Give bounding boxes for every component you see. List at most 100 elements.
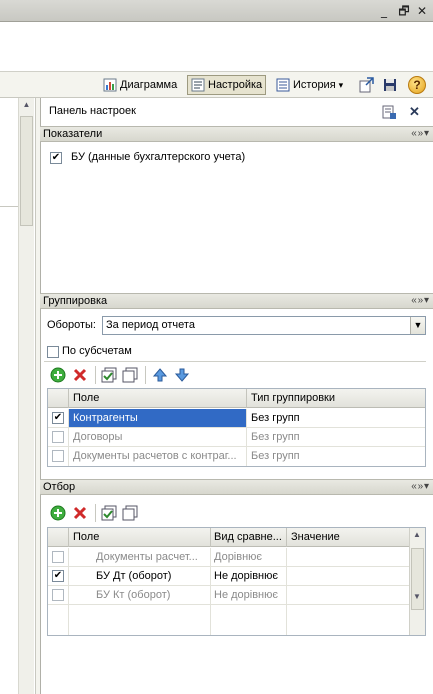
check-all-icon: [101, 367, 117, 383]
row-checkbox[interactable]: [52, 589, 64, 601]
add-icon: [50, 505, 66, 521]
scroll-thumb[interactable]: [20, 116, 33, 226]
column-header-field[interactable]: Поле: [73, 528, 99, 546]
column-header-value[interactable]: Значение: [291, 528, 340, 546]
table-row[interactable]: Документы расчет... Дорівнює: [48, 548, 409, 567]
uncheck-all-icon: [122, 367, 138, 383]
minimize-button[interactable]: _: [376, 3, 392, 19]
chevron-down-icon[interactable]: ▼: [410, 317, 425, 334]
add-grouping-button[interactable]: [50, 367, 66, 383]
diagram-label: Диаграмма: [120, 79, 178, 91]
restore-button[interactable]: 🗗: [396, 3, 412, 19]
check-all-grouping-button[interactable]: [101, 367, 117, 383]
check-all-filter-button[interactable]: [101, 505, 117, 521]
export-button[interactable]: [358, 76, 376, 94]
grouping-table: Поле Тип группировки ✔ Контрагенты Без г…: [47, 388, 426, 467]
close-window-button[interactable]: ✕: [414, 3, 430, 19]
selected-cell[interactable]: Контрагенты: [69, 409, 246, 427]
subaccounts-label: По субсчетам: [62, 345, 132, 357]
toolbar-separator: [95, 366, 96, 384]
grouping-type-cell[interactable]: Без групп: [251, 447, 300, 465]
grouping-section-controls[interactable]: « » ▾: [411, 294, 429, 308]
field-cell[interactable]: БУ Кт (оборот): [96, 586, 208, 604]
indicator-checkbox[interactable]: ✔: [50, 152, 62, 164]
delete-icon: [73, 368, 87, 382]
filter-vertical-scrollbar[interactable]: ▲ ▼: [409, 528, 425, 635]
row-checkbox[interactable]: ✔: [52, 412, 64, 424]
check-all-icon: [101, 505, 117, 521]
move-down-button[interactable]: [174, 367, 190, 383]
table-header: Поле Вид сравне... Значение: [48, 528, 425, 547]
scroll-up-arrow-icon[interactable]: ▲: [21, 100, 32, 112]
grouping-section-header[interactable]: Группировка « » ▾: [40, 293, 433, 309]
grouping-type-cell[interactable]: Без групп: [251, 428, 300, 446]
section-controls[interactable]: « » ▾: [411, 127, 429, 141]
filter-header-label: Отбор: [43, 481, 76, 493]
filter-table: Поле Вид сравне... Значение ▲ ▼ Документ…: [47, 527, 426, 636]
row-checkbox[interactable]: [52, 551, 64, 563]
field-cell[interactable]: Договоры: [73, 428, 243, 446]
diagram-button[interactable]: Диаграмма: [100, 75, 180, 95]
table-row[interactable]: ✔ БУ Дт (оборот) Не дорівнює: [48, 567, 409, 586]
save-report-button[interactable]: [381, 76, 399, 94]
panel-options-button[interactable]: [381, 104, 397, 120]
turnovers-select[interactable]: За период отчета ▼: [102, 316, 426, 335]
history-list-icon: [276, 78, 290, 92]
move-up-button[interactable]: [152, 367, 168, 383]
column-header-comparison[interactable]: Вид сравне...: [214, 528, 286, 546]
row-checkbox[interactable]: [52, 450, 64, 462]
indicators-section-header[interactable]: Показатели « » ▾: [40, 126, 433, 142]
grouping-type-cell[interactable]: Без групп: [251, 409, 300, 427]
column-header-field[interactable]: Поле: [73, 389, 99, 407]
arrow-down-icon: [174, 368, 190, 382]
divider: [44, 361, 426, 362]
settings-panel-icon: [191, 78, 205, 92]
comparison-cell[interactable]: Не дорівнює: [214, 567, 278, 585]
history-button[interactable]: История ▾: [273, 75, 346, 95]
row-checkbox[interactable]: ✔: [52, 570, 64, 582]
delete-filter-button[interactable]: [72, 505, 88, 521]
panel-title: Панель настроек: [49, 105, 136, 117]
indicator-label: БУ (данные бухгалтерского учета): [71, 151, 246, 163]
filter-section-controls[interactable]: « » ▾: [411, 480, 429, 494]
scroll-up-arrow-icon[interactable]: ▲: [413, 530, 421, 539]
delete-grouping-button[interactable]: [72, 367, 88, 383]
add-icon: [50, 367, 66, 383]
table-header: Поле Тип группировки: [48, 389, 425, 408]
chevron-down-icon: ▾: [338, 79, 344, 90]
table-row[interactable]: ✔ Контрагенты Без групп: [48, 409, 425, 428]
arrow-up-icon: [152, 368, 168, 382]
export-icon: [359, 77, 374, 93]
add-filter-button[interactable]: [50, 505, 66, 521]
floppy-disk-icon: [384, 79, 396, 91]
row-checkbox[interactable]: [52, 431, 64, 443]
field-cell[interactable]: Документы расчетов с контраг...: [73, 447, 243, 465]
comparison-cell[interactable]: Дорівнює: [214, 548, 262, 566]
comparison-cell[interactable]: Не дорівнює: [214, 586, 278, 604]
history-label: История: [293, 79, 336, 91]
settings-button[interactable]: Настройка: [187, 75, 267, 95]
turnovers-value: За период отчета: [106, 319, 195, 331]
field-cell[interactable]: БУ Дт (оборот): [96, 567, 208, 585]
table-row[interactable]: Договоры Без групп: [48, 428, 425, 447]
scroll-down-arrow-icon[interactable]: ▼: [413, 592, 421, 601]
report-vertical-scrollbar[interactable]: ▲: [18, 98, 34, 694]
grouping-header-label: Группировка: [43, 295, 108, 307]
close-panel-button[interactable]: ✕: [409, 104, 423, 120]
panel-settings-icon: [382, 105, 396, 119]
table-row[interactable]: БУ Кт (оборот) Не дорівнює: [48, 586, 409, 605]
report-divider: [0, 206, 18, 207]
column-header-grouping-type[interactable]: Тип группировки: [251, 389, 335, 407]
indicators-header-label: Показатели: [43, 128, 103, 140]
subaccounts-checkbox[interactable]: [47, 346, 59, 358]
table-row[interactable]: Документы расчетов с контраг... Без груп…: [48, 447, 425, 466]
title-bar: _ 🗗 ✕: [0, 0, 433, 22]
chart-icon: [103, 78, 117, 92]
filter-section-header[interactable]: Отбор « » ▾: [40, 479, 433, 495]
report-header-area: [0, 22, 433, 72]
field-cell[interactable]: Документы расчет...: [96, 548, 208, 566]
uncheck-all-icon: [122, 505, 138, 521]
help-button[interactable]: ?: [408, 76, 426, 94]
uncheck-all-filter-button[interactable]: [122, 505, 138, 521]
uncheck-all-grouping-button[interactable]: [122, 367, 138, 383]
